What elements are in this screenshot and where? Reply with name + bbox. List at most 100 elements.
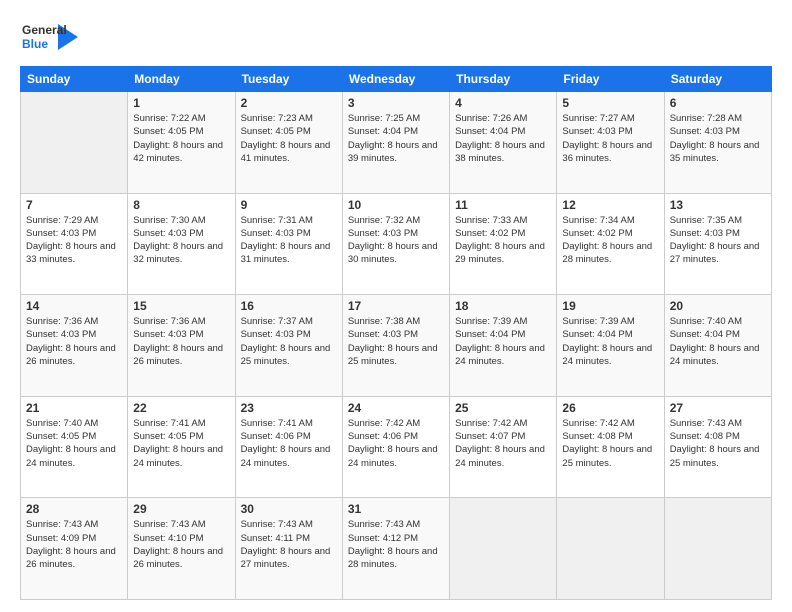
calendar-table: SundayMondayTuesdayWednesdayThursdayFrid…: [20, 66, 772, 600]
calendar-cell: [664, 498, 771, 600]
calendar-cell: 3Sunrise: 7:25 AM Sunset: 4:04 PM Daylig…: [342, 92, 449, 194]
day-number: 16: [241, 299, 337, 313]
week-row-1: 1 Sunrise: 7:22 AM Sunset: 4:05 PM Daylig…: [21, 92, 772, 194]
calendar-cell: 31 Sunrise: 7:43 AM Sunset: 4:12 PM Dayli…: [342, 498, 449, 600]
day-number: 12: [562, 198, 658, 212]
day-info: Sunrise: 7:43 AM Sunset: 4:10 PM Dayligh…: [133, 518, 229, 571]
weekday-header-thursday: Thursday: [450, 67, 557, 92]
day-number: 31: [348, 502, 444, 516]
day-number: 20: [670, 299, 766, 313]
weekday-header-friday: Friday: [557, 67, 664, 92]
calendar-cell: 30 Sunrise: 7:43 AM Sunset: 4:11 PM Dayli…: [235, 498, 342, 600]
weekday-header-tuesday: Tuesday: [235, 67, 342, 92]
calendar-cell: [557, 498, 664, 600]
calendar-cell: 7Sunrise: 7:29 AM Sunset: 4:03 PM Daylig…: [21, 193, 128, 295]
day-number: 28: [26, 502, 122, 516]
logo: GeneralBlue: [20, 16, 80, 58]
day-info: Sunrise: 7:37 AM Sunset: 4:03 PM Dayligh…: [241, 315, 337, 368]
day-number: 6: [670, 96, 766, 110]
page: GeneralBlue SundayMondayTuesdayWednesday…: [0, 0, 792, 612]
day-number: 30: [241, 502, 337, 516]
day-number: 18: [455, 299, 551, 313]
day-number: 24: [348, 401, 444, 415]
calendar-cell: 14 Sunrise: 7:36 AM Sunset: 4:03 PM Dayli…: [21, 295, 128, 397]
day-info: Sunrise: 7:39 AM Sunset: 4:04 PM Dayligh…: [455, 315, 551, 368]
day-info: Sunrise: 7:34 AM Sunset: 4:02 PM Dayligh…: [562, 214, 658, 267]
day-info: Sunrise: 7:36 AM Sunset: 4:03 PM Dayligh…: [26, 315, 122, 368]
day-info: Sunrise: 7:41 AM Sunset: 4:05 PM Dayligh…: [133, 417, 229, 470]
day-info: Sunrise: 7:40 AM Sunset: 4:05 PM Dayligh…: [26, 417, 122, 470]
day-number: 5: [562, 96, 658, 110]
svg-text:Blue: Blue: [22, 37, 48, 51]
calendar-cell: 2 Sunrise: 7:23 AM Sunset: 4:05 PM Daylig…: [235, 92, 342, 194]
day-info: Sunrise: 7:36 AM Sunset: 4:03 PM Dayligh…: [133, 315, 229, 368]
day-number: 27: [670, 401, 766, 415]
calendar-cell: 4 Sunrise: 7:26 AM Sunset: 4:04 PM Daylig…: [450, 92, 557, 194]
day-info: Sunrise: 7:32 AM Sunset: 4:03 PM Dayligh…: [348, 214, 444, 267]
day-number: 26: [562, 401, 658, 415]
calendar-cell: 10 Sunrise: 7:32 AM Sunset: 4:03 PM Dayli…: [342, 193, 449, 295]
day-info: Sunrise: 7:43 AM Sunset: 4:12 PM Dayligh…: [348, 518, 444, 571]
day-info: Sunrise: 7:43 AM Sunset: 4:08 PM Dayligh…: [670, 417, 766, 470]
calendar-cell: [450, 498, 557, 600]
day-info: Sunrise: 7:28 AM Sunset: 4:03 PM Dayligh…: [670, 112, 766, 165]
day-number: 14: [26, 299, 122, 313]
calendar-cell: 16 Sunrise: 7:37 AM Sunset: 4:03 PM Dayli…: [235, 295, 342, 397]
day-info: Sunrise: 7:31 AM Sunset: 4:03 PM Dayligh…: [241, 214, 337, 267]
day-number: 9: [241, 198, 337, 212]
day-info: Sunrise: 7:25 AM Sunset: 4:04 PM Dayligh…: [348, 112, 444, 165]
week-row-3: 14 Sunrise: 7:36 AM Sunset: 4:03 PM Dayli…: [21, 295, 772, 397]
day-number: 7: [26, 198, 122, 212]
week-row-2: 7Sunrise: 7:29 AM Sunset: 4:03 PM Daylig…: [21, 193, 772, 295]
calendar-cell: [21, 92, 128, 194]
calendar-cell: 24 Sunrise: 7:42 AM Sunset: 4:06 PM Dayli…: [342, 396, 449, 498]
day-info: Sunrise: 7:39 AM Sunset: 4:04 PM Dayligh…: [562, 315, 658, 368]
calendar-cell: 9 Sunrise: 7:31 AM Sunset: 4:03 PM Daylig…: [235, 193, 342, 295]
day-number: 4: [455, 96, 551, 110]
weekday-header-sunday: Sunday: [21, 67, 128, 92]
week-row-4: 21Sunrise: 7:40 AM Sunset: 4:05 PM Dayli…: [21, 396, 772, 498]
day-number: 1: [133, 96, 229, 110]
calendar-cell: 23Sunrise: 7:41 AM Sunset: 4:06 PM Dayli…: [235, 396, 342, 498]
weekday-header-row: SundayMondayTuesdayWednesdayThursdayFrid…: [21, 67, 772, 92]
calendar-cell: 11Sunrise: 7:33 AM Sunset: 4:02 PM Dayli…: [450, 193, 557, 295]
day-number: 22: [133, 401, 229, 415]
calendar-cell: 21Sunrise: 7:40 AM Sunset: 4:05 PM Dayli…: [21, 396, 128, 498]
day-info: Sunrise: 7:42 AM Sunset: 4:07 PM Dayligh…: [455, 417, 551, 470]
day-number: 17: [348, 299, 444, 313]
calendar-cell: 20 Sunrise: 7:40 AM Sunset: 4:04 PM Dayli…: [664, 295, 771, 397]
day-number: 19: [562, 299, 658, 313]
calendar-cell: 27 Sunrise: 7:43 AM Sunset: 4:08 PM Dayli…: [664, 396, 771, 498]
logo-svg: GeneralBlue: [20, 16, 80, 58]
day-number: 23: [241, 401, 337, 415]
calendar-cell: 8Sunrise: 7:30 AM Sunset: 4:03 PM Daylig…: [128, 193, 235, 295]
day-info: Sunrise: 7:22 AM Sunset: 4:05 PM Dayligh…: [133, 112, 229, 165]
calendar-cell: 28 Sunrise: 7:43 AM Sunset: 4:09 PM Dayli…: [21, 498, 128, 600]
day-info: Sunrise: 7:42 AM Sunset: 4:08 PM Dayligh…: [562, 417, 658, 470]
day-number: 8: [133, 198, 229, 212]
day-info: Sunrise: 7:27 AM Sunset: 4:03 PM Dayligh…: [562, 112, 658, 165]
calendar-cell: 26 Sunrise: 7:42 AM Sunset: 4:08 PM Dayli…: [557, 396, 664, 498]
calendar-cell: 1 Sunrise: 7:22 AM Sunset: 4:05 PM Daylig…: [128, 92, 235, 194]
calendar-cell: 22 Sunrise: 7:41 AM Sunset: 4:05 PM Dayli…: [128, 396, 235, 498]
weekday-header-saturday: Saturday: [664, 67, 771, 92]
day-info: Sunrise: 7:38 AM Sunset: 4:03 PM Dayligh…: [348, 315, 444, 368]
day-info: Sunrise: 7:42 AM Sunset: 4:06 PM Dayligh…: [348, 417, 444, 470]
day-info: Sunrise: 7:43 AM Sunset: 4:11 PM Dayligh…: [241, 518, 337, 571]
header: GeneralBlue: [20, 16, 772, 58]
day-info: Sunrise: 7:35 AM Sunset: 4:03 PM Dayligh…: [670, 214, 766, 267]
weekday-header-monday: Monday: [128, 67, 235, 92]
day-number: 10: [348, 198, 444, 212]
calendar-cell: 25 Sunrise: 7:42 AM Sunset: 4:07 PM Dayli…: [450, 396, 557, 498]
weekday-header-wednesday: Wednesday: [342, 67, 449, 92]
day-info: Sunrise: 7:33 AM Sunset: 4:02 PM Dayligh…: [455, 214, 551, 267]
day-info: Sunrise: 7:26 AM Sunset: 4:04 PM Dayligh…: [455, 112, 551, 165]
calendar-cell: 13Sunrise: 7:35 AM Sunset: 4:03 PM Dayli…: [664, 193, 771, 295]
day-info: Sunrise: 7:40 AM Sunset: 4:04 PM Dayligh…: [670, 315, 766, 368]
calendar-cell: 5 Sunrise: 7:27 AM Sunset: 4:03 PM Daylig…: [557, 92, 664, 194]
day-info: Sunrise: 7:23 AM Sunset: 4:05 PM Dayligh…: [241, 112, 337, 165]
day-number: 25: [455, 401, 551, 415]
week-row-5: 28 Sunrise: 7:43 AM Sunset: 4:09 PM Dayli…: [21, 498, 772, 600]
day-number: 2: [241, 96, 337, 110]
day-info: Sunrise: 7:43 AM Sunset: 4:09 PM Dayligh…: [26, 518, 122, 571]
